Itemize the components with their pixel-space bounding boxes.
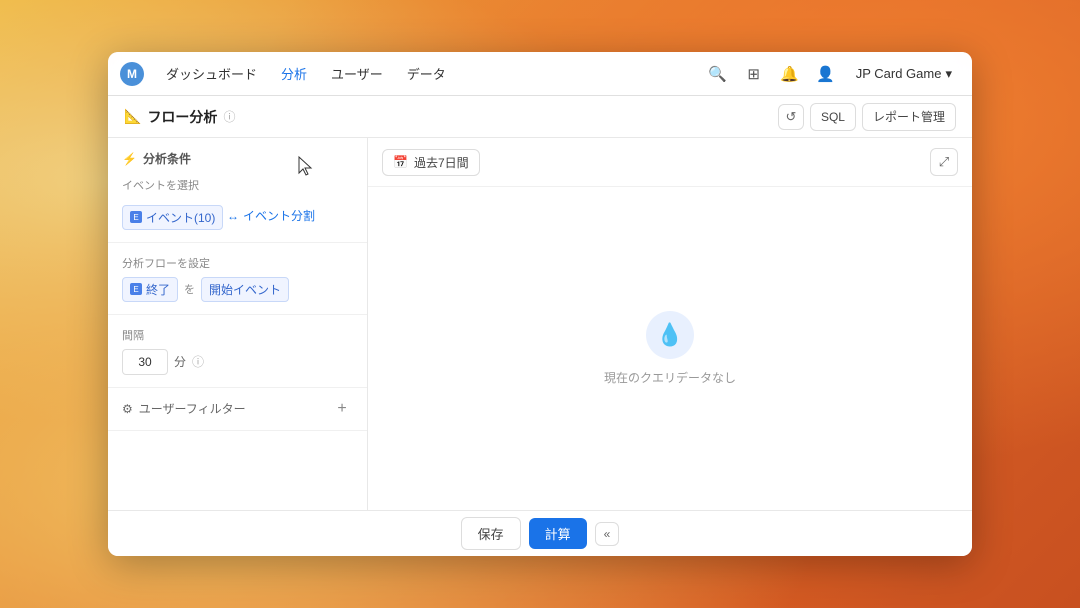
nav-dashboard[interactable]: ダッシュボード xyxy=(156,60,267,87)
calc-button[interactable]: 計算 xyxy=(529,518,587,549)
interval-unit: 分 xyxy=(174,353,186,370)
sql-button[interactable]: SQL xyxy=(810,103,856,131)
right-toolbar: 📅 過去7日間 ⤢ xyxy=(368,138,972,187)
event-tag[interactable]: E イベント(10) xyxy=(122,205,223,230)
flow-separator: を xyxy=(184,281,195,297)
left-panel: ⚡ 分析条件 イベントを選択 E イベント(10) ↔ イベント分割 分析フロー… xyxy=(108,138,368,510)
nav-menu: ダッシュボード 分析 ユーザー データ xyxy=(156,60,704,87)
empty-icon: 💧 xyxy=(646,311,694,359)
flow-settings-label: 分析フローを設定 xyxy=(122,255,353,271)
empty-state: 💧 現在のクエリデータなし xyxy=(368,187,972,510)
page-icon: 📐 xyxy=(124,108,141,125)
flow-end-tag[interactable]: E 終了 xyxy=(122,277,178,302)
main-window: M ダッシュボード 分析 ユーザー データ 🔍 ⊞ 🔔 👤 JP Card Ga… xyxy=(108,52,972,556)
filter-label: ⚙ ユーザーフィルター xyxy=(122,400,246,417)
nav-users[interactable]: ユーザー xyxy=(321,60,393,87)
flow-end-icon: E xyxy=(130,283,142,295)
save-button[interactable]: 保存 xyxy=(461,517,521,550)
user-filter-row: ⚙ ユーザーフィルター + xyxy=(108,388,367,431)
event-select-label: イベントを選択 xyxy=(122,177,353,193)
search-button[interactable]: 🔍 xyxy=(704,60,732,88)
date-filter-button[interactable]: 📅 過去7日間 xyxy=(382,149,480,176)
filter-add-button[interactable]: + xyxy=(331,398,353,420)
flow-settings-section: 分析フローを設定 E 終了 を 開始イベント xyxy=(108,243,367,315)
conditions-icon: ⚡ xyxy=(122,152,137,166)
page-title: フロー分析 xyxy=(147,107,217,127)
report-manage-button[interactable]: レポート管理 xyxy=(862,103,956,131)
grid-button[interactable]: ⊞ xyxy=(740,60,768,88)
interval-input[interactable] xyxy=(122,349,168,375)
filter-icon: ⚙ xyxy=(122,402,133,416)
collapse-button[interactable]: « xyxy=(595,522,620,546)
info-icon[interactable]: ⓘ xyxy=(223,108,235,125)
interval-info-icon[interactable]: ⓘ xyxy=(192,353,204,370)
flow-start-tag[interactable]: 開始イベント xyxy=(201,277,289,302)
nav-analytics[interactable]: 分析 xyxy=(271,60,317,87)
bottom-bar: 保存 計算 « xyxy=(108,510,972,556)
nav-data[interactable]: データ xyxy=(397,60,456,87)
page-header-right: ↺ SQL レポート管理 xyxy=(778,103,956,131)
flow-row: E 終了 を 開始イベント xyxy=(122,277,353,302)
empty-text: 現在のクエリデータなし xyxy=(604,369,736,386)
expand-button[interactable]: ⤢ xyxy=(930,148,958,176)
interval-section: 間隔 分 ⓘ xyxy=(108,315,367,388)
event-tag-icon: E xyxy=(130,211,142,223)
navbar: M ダッシュボード 分析 ユーザー データ 🔍 ⊞ 🔔 👤 JP Card Ga… xyxy=(108,52,972,96)
date-icon: 📅 xyxy=(393,155,408,169)
page-title-area: 📐 フロー分析 ⓘ xyxy=(124,107,778,127)
account-menu[interactable]: JP Card Game ▾ xyxy=(848,62,960,86)
time-row: 分 ⓘ xyxy=(122,349,353,375)
bell-button[interactable]: 🔔 xyxy=(776,60,804,88)
app-logo[interactable]: M xyxy=(120,62,144,86)
analysis-conditions-header: ⚡ 分析条件 xyxy=(122,150,353,167)
analysis-conditions-section: ⚡ 分析条件 イベントを選択 E イベント(10) ↔ イベント分割 xyxy=(108,138,367,243)
content-area: ⚡ 分析条件 イベントを選択 E イベント(10) ↔ イベント分割 分析フロー… xyxy=(108,138,972,510)
user-button[interactable]: 👤 xyxy=(812,60,840,88)
interval-label: 間隔 xyxy=(122,327,353,343)
refresh-button[interactable]: ↺ xyxy=(778,104,804,130)
page-header: 📐 フロー分析 ⓘ ↺ SQL レポート管理 xyxy=(108,96,972,138)
event-split-button[interactable]: ↔ イベント分割 xyxy=(227,207,315,224)
navbar-right: 🔍 ⊞ 🔔 👤 JP Card Game ▾ xyxy=(704,60,960,88)
right-panel: 📅 過去7日間 ⤢ 💧 現在のクエリデータなし xyxy=(368,138,972,510)
